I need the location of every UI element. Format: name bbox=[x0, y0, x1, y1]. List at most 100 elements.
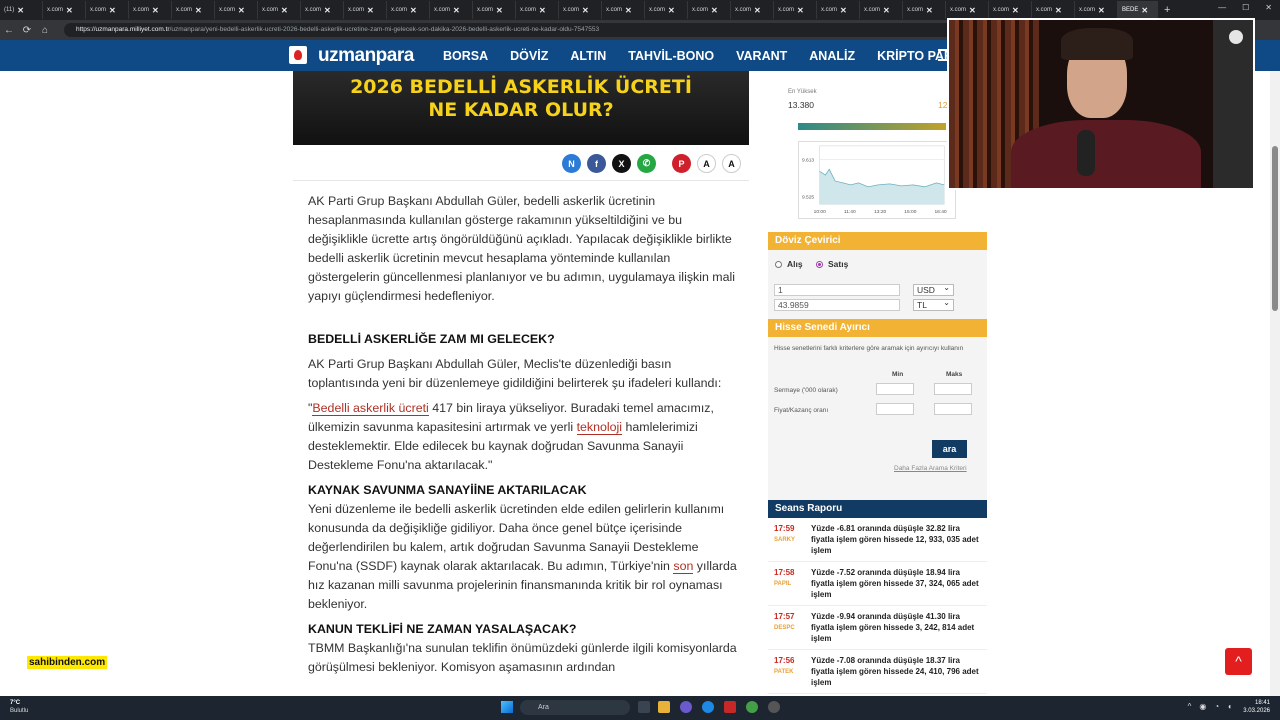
search-button[interactable]: ara bbox=[932, 440, 967, 458]
tab-close-icon[interactable]: ✕ bbox=[1141, 6, 1148, 15]
sermaye-max-input[interactable] bbox=[934, 383, 972, 395]
task-view-icon[interactable] bbox=[638, 701, 650, 713]
tab-close-icon[interactable]: ✕ bbox=[539, 6, 546, 15]
browser-tab[interactable]: x.com ✕ bbox=[731, 1, 774, 19]
browser-tab[interactable]: x.com ✕ bbox=[344, 1, 387, 19]
browser-tab[interactable]: x.com ✕ bbox=[688, 1, 731, 19]
weather-widget[interactable]: 7°C Bulutlu bbox=[10, 699, 28, 715]
tab-close-icon[interactable]: ✕ bbox=[324, 6, 331, 15]
back-icon[interactable]: ← bbox=[0, 25, 18, 36]
tab-close-icon[interactable]: ✕ bbox=[195, 6, 202, 15]
milliyet-logo-icon[interactable] bbox=[289, 46, 307, 64]
list-item[interactable]: 17:57 DESPC Yüzde -9.94 oranında düşüşle… bbox=[768, 606, 987, 650]
x-icon[interactable]: X bbox=[612, 154, 631, 173]
browser-tab[interactable]: x.com ✕ bbox=[1075, 1, 1118, 19]
tab-close-icon[interactable]: ✕ bbox=[582, 6, 589, 15]
list-item[interactable]: 17:58 PAPIL Yüzde -7.52 oranında düşüşle… bbox=[768, 562, 987, 606]
google-news-icon[interactable]: N bbox=[562, 154, 581, 173]
sahibinden-badge[interactable]: sahibinden.com bbox=[27, 656, 108, 669]
browser-tab[interactable]: x.com ✕ bbox=[817, 1, 860, 19]
browser-tab[interactable]: x.com ✕ bbox=[215, 1, 258, 19]
facebook-icon[interactable]: f bbox=[587, 154, 606, 173]
tab-close-icon[interactable]: ✕ bbox=[883, 6, 890, 15]
close-window-icon[interactable]: ✕ bbox=[1265, 3, 1272, 12]
browser-tab[interactable]: BEDE ✕ bbox=[1118, 1, 1158, 19]
font-decrease-button[interactable]: A bbox=[722, 154, 741, 173]
browser-tab[interactable]: x.com ✕ bbox=[645, 1, 688, 19]
url-field[interactable]: https://uzmanpara.milliyet.com.tr/uzmanp… bbox=[64, 23, 964, 37]
tab-close-icon[interactable]: ✕ bbox=[109, 6, 116, 15]
browser-tab[interactable]: x.com ✕ bbox=[946, 1, 989, 19]
fk-min-input[interactable] bbox=[876, 403, 914, 415]
start-icon[interactable] bbox=[501, 701, 513, 713]
tab-close-icon[interactable]: ✕ bbox=[797, 6, 804, 15]
nav-analiz[interactable]: ANALİZ bbox=[809, 49, 855, 63]
tab-close-icon[interactable]: ✕ bbox=[926, 6, 933, 15]
app-icon[interactable] bbox=[768, 701, 780, 713]
home-icon[interactable]: ⌂ bbox=[36, 25, 54, 36]
tab-close-icon[interactable]: ✕ bbox=[1098, 6, 1105, 15]
browser-tab[interactable]: x.com ✕ bbox=[43, 1, 86, 19]
list-item[interactable]: 17:59 SARKY Yüzde -6.81 oranında düşüşle… bbox=[768, 518, 987, 562]
tab-close-icon[interactable]: ✕ bbox=[754, 6, 761, 15]
tab-close-icon[interactable]: ✕ bbox=[625, 6, 632, 15]
minimize-icon[interactable]: — bbox=[1218, 3, 1226, 12]
nav-tahvil-bono[interactable]: TAHVİL-BONO bbox=[628, 49, 714, 63]
browser-tab[interactable]: x.com ✕ bbox=[774, 1, 817, 19]
browser-tab[interactable]: x.com ✕ bbox=[989, 1, 1032, 19]
buy-radio[interactable]: Alış bbox=[775, 259, 803, 269]
tab-close-icon[interactable]: ✕ bbox=[238, 6, 245, 15]
link-teknoloji[interactable]: teknoloji bbox=[576, 420, 623, 435]
more-criteria-link[interactable]: Daha Fazla Arama Kriteri bbox=[894, 465, 967, 472]
tab-close-icon[interactable]: ✕ bbox=[969, 6, 976, 15]
browser-tab[interactable]: x.com ✕ bbox=[172, 1, 215, 19]
browser-tab[interactable]: (11) ✕ bbox=[0, 1, 43, 19]
sell-radio[interactable]: Satış bbox=[816, 259, 848, 269]
network-icon[interactable]: ◔ bbox=[1214, 702, 1219, 711]
tab-close-icon[interactable]: ✕ bbox=[152, 6, 159, 15]
browser-tab[interactable]: x.com ✕ bbox=[1032, 1, 1075, 19]
chevron-up-icon[interactable]: ^ bbox=[1188, 702, 1192, 711]
page-scrollbar[interactable] bbox=[1270, 71, 1280, 696]
tab-close-icon[interactable]: ✕ bbox=[840, 6, 847, 15]
result-field[interactable]: 43.9859 bbox=[774, 299, 900, 311]
nav-borsa[interactable]: BORSA bbox=[443, 49, 488, 63]
mic-icon[interactable]: ◉ bbox=[1199, 702, 1206, 711]
browser-tab[interactable]: x.com ✕ bbox=[516, 1, 559, 19]
fk-max-input[interactable] bbox=[934, 403, 972, 415]
sermaye-min-input[interactable] bbox=[876, 383, 914, 395]
site-logo[interactable]: uzmanpara bbox=[318, 45, 414, 67]
browser-tab[interactable]: x.com ✕ bbox=[473, 1, 516, 19]
scroll-top-button[interactable]: ^ bbox=[1225, 648, 1252, 675]
tab-close-icon[interactable]: ✕ bbox=[281, 6, 288, 15]
tab-close-icon[interactable]: ✕ bbox=[1055, 6, 1062, 15]
tab-close-icon[interactable]: ✕ bbox=[410, 6, 417, 15]
browser-tab[interactable]: x.com ✕ bbox=[301, 1, 344, 19]
nav-varant[interactable]: VARANT bbox=[736, 49, 787, 63]
tab-close-icon[interactable]: ✕ bbox=[711, 6, 718, 15]
app-icon[interactable] bbox=[680, 701, 692, 713]
edge-icon[interactable] bbox=[702, 701, 714, 713]
tab-close-icon[interactable]: ✕ bbox=[367, 6, 374, 15]
volume-icon[interactable]: ◖ bbox=[1227, 702, 1232, 711]
whatsapp-icon[interactable]: ✆ bbox=[637, 154, 656, 173]
file-explorer-icon[interactable] bbox=[658, 701, 670, 713]
from-currency-select[interactable]: USD bbox=[913, 283, 954, 296]
browser-tab[interactable]: x.com ✕ bbox=[860, 1, 903, 19]
taskbar-clock[interactable]: 18:41 3.03.2026 bbox=[1243, 699, 1270, 715]
browser-tab[interactable]: x.com ✕ bbox=[129, 1, 172, 19]
tab-close-icon[interactable]: ✕ bbox=[66, 6, 73, 15]
reload-icon[interactable]: ⟳ bbox=[18, 25, 36, 36]
browser-tab[interactable]: x.com ✕ bbox=[430, 1, 473, 19]
browser-tab[interactable]: x.com ✕ bbox=[258, 1, 301, 19]
tab-close-icon[interactable]: ✕ bbox=[668, 6, 675, 15]
tab-close-icon[interactable]: ✕ bbox=[17, 6, 24, 15]
maximize-icon[interactable]: ☐ bbox=[1242, 3, 1249, 12]
taskbar-search[interactable]: Ara bbox=[520, 700, 630, 715]
app-icon[interactable] bbox=[724, 701, 736, 713]
list-item[interactable]: 17:56 PATEK Yüzde -7.08 oranında düşüşle… bbox=[768, 650, 987, 694]
font-increase-button[interactable]: A bbox=[697, 154, 716, 173]
nav-altin[interactable]: ALTIN bbox=[570, 49, 606, 63]
pinterest-icon[interactable]: P bbox=[672, 154, 691, 173]
new-tab-button[interactable]: + bbox=[1158, 4, 1176, 16]
